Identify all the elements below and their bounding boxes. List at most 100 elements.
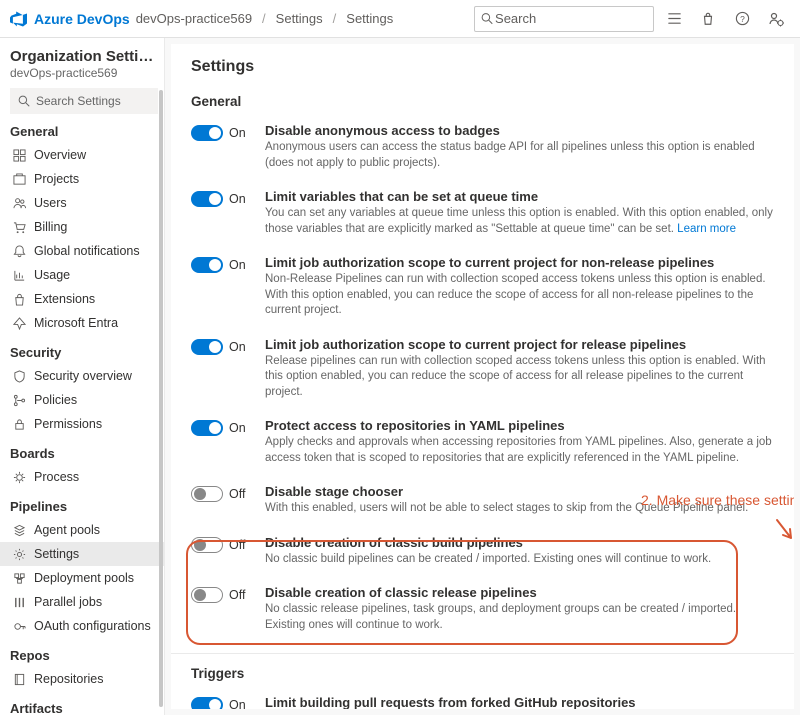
sidebar-section-header: Security: [10, 345, 158, 360]
sidebar-search-placeholder: Search Settings: [36, 94, 121, 108]
toggle-switch[interactable]: [191, 587, 223, 603]
oauth-icon: [12, 619, 26, 633]
setting-description: Apply checks and approvals when accessin…: [265, 435, 774, 466]
breadcrumb-org[interactable]: devOps-practice569: [136, 11, 252, 26]
sidebar-item-parallel-jobs[interactable]: Parallel jobs: [10, 590, 158, 614]
users-icon: [12, 196, 26, 210]
annotation-arrow-icon: [771, 516, 794, 546]
sidebar-item-permissions[interactable]: Permissions: [10, 412, 158, 436]
setting-description: Non-Release Pipelines can run with colle…: [265, 272, 774, 319]
sidebar-item-label: OAuth configurations: [34, 619, 151, 633]
global-search[interactable]: [474, 6, 654, 32]
toggle-switch[interactable]: [191, 697, 223, 709]
parallel-icon: [12, 595, 26, 609]
sidebar-section-header: Boards: [10, 446, 158, 461]
sidebar-item-label: Deployment pools: [34, 571, 134, 585]
toggle-state-label: On: [229, 421, 246, 435]
brand-link[interactable]: Azure DevOps: [34, 11, 130, 27]
azure-devops-logo-icon: [10, 10, 28, 28]
sidebar-item-deployment-pools[interactable]: Deployment pools: [10, 566, 158, 590]
sidebar-item-overview[interactable]: Overview: [10, 143, 158, 167]
topbar: Azure DevOps devOps-practice569 / Settin…: [0, 0, 800, 38]
toggle-switch[interactable]: [191, 339, 223, 355]
breadcrumb-page[interactable]: Settings: [346, 11, 393, 26]
sidebar-item-projects[interactable]: Projects: [10, 167, 158, 191]
sidebar-item-process[interactable]: Process: [10, 465, 158, 489]
search-icon: [18, 95, 30, 107]
toggle-switch[interactable]: [191, 420, 223, 436]
sidebar: Organization Settin… devOps-practice569 …: [0, 38, 165, 715]
svg-text:?: ?: [740, 14, 745, 24]
annotation-text: 2. Make sure these settings are disabled: [641, 492, 794, 508]
sidebar-item-label: Settings: [34, 547, 79, 561]
cart-icon: [12, 220, 26, 234]
sidebar-item-settings[interactable]: Settings: [0, 542, 164, 566]
setting-description: Anonymous users can access the status ba…: [265, 140, 774, 171]
project-icon: [12, 172, 26, 186]
setting-title: Disable creation of classic build pipeli…: [265, 535, 711, 550]
toggle-state-label: On: [229, 340, 246, 354]
marketplace-icon[interactable]: [694, 5, 722, 33]
setting-title: Limit building pull requests from forked…: [265, 695, 637, 709]
sidebar-section-header: Artifacts: [10, 701, 158, 715]
sidebar-item-label: Overview: [34, 148, 86, 162]
list-icon[interactable]: [660, 5, 688, 33]
sidebar-item-billing[interactable]: Billing: [10, 215, 158, 239]
toggle-state-label: On: [229, 192, 246, 206]
sidebar-item-policies[interactable]: Policies: [10, 388, 158, 412]
setting-title: Disable creation of classic release pipe…: [265, 585, 774, 600]
toggle-switch[interactable]: [191, 537, 223, 553]
entra-icon: [12, 316, 26, 330]
sidebar-item-label: Billing: [34, 220, 67, 234]
setting-row: On Limit job authorization scope to curre…: [191, 333, 774, 415]
sidebar-item-repositories[interactable]: Repositories: [10, 667, 158, 691]
toggle-state-label: Off: [229, 487, 245, 501]
toggle-switch[interactable]: [191, 486, 223, 502]
content-area: Settings General OnDisable anonymous acce…: [165, 38, 800, 715]
sidebar-item-label: Agent pools: [34, 523, 100, 537]
sidebar-item-label: Projects: [34, 172, 79, 186]
user-settings-icon[interactable]: [762, 5, 790, 33]
sidebar-item-label: Users: [34, 196, 67, 210]
pool-icon: [12, 523, 26, 537]
sidebar-item-label: Extensions: [34, 292, 95, 306]
learn-more-link[interactable]: Learn more: [677, 223, 736, 235]
org-settings-title: Organization Settin…: [10, 48, 158, 65]
sidebar-item-global-notifications[interactable]: Global notifications: [10, 239, 158, 263]
sidebar-item-security-overview[interactable]: Security overview: [10, 364, 158, 388]
sidebar-item-label: Global notifications: [34, 244, 140, 258]
sidebar-item-users[interactable]: Users: [10, 191, 158, 215]
global-search-input[interactable]: [493, 10, 647, 27]
sidebar-item-label: Microsoft Entra: [34, 316, 118, 330]
sidebar-scrollbar[interactable]: [159, 90, 163, 707]
toggle-switch[interactable]: [191, 125, 223, 141]
setting-title: Limit job authorization scope to current…: [265, 255, 774, 270]
toggle-switch[interactable]: [191, 191, 223, 207]
setting-row: OnDisable anonymous access to badgesAnon…: [191, 119, 774, 185]
sidebar-item-label: Policies: [34, 393, 77, 407]
breadcrumb-settings[interactable]: Settings: [276, 11, 323, 26]
sidebar-item-extensions[interactable]: Extensions: [10, 287, 158, 311]
sidebar-item-oauth-configurations[interactable]: OAuth configurations: [10, 614, 158, 638]
bag-icon: [12, 292, 26, 306]
setting-title: Limit variables that can be set at queue…: [265, 189, 774, 204]
sidebar-search[interactable]: Search Settings: [10, 88, 158, 114]
process-icon: [12, 470, 26, 484]
page-title: Settings: [191, 58, 774, 76]
setting-row: OffDisable creation of classic release p…: [191, 581, 774, 647]
sidebar-item-usage[interactable]: Usage: [10, 263, 158, 287]
grid-icon: [12, 148, 26, 162]
section-title: General: [191, 94, 774, 109]
toggle-switch[interactable]: [191, 257, 223, 273]
sidebar-section-header: General: [10, 124, 158, 139]
help-icon[interactable]: ?: [728, 5, 756, 33]
toggle-state-label: On: [229, 126, 246, 140]
sidebar-item-label: Repositories: [34, 672, 103, 686]
repo-icon: [12, 672, 26, 686]
setting-description: You can set any variables at queue time …: [265, 206, 774, 237]
setting-description: Release pipelines can run with collectio…: [265, 354, 774, 401]
sidebar-item-microsoft-entra[interactable]: Microsoft Entra: [10, 311, 158, 335]
setting-row: OnLimit building pull requests from fork…: [191, 691, 774, 709]
setting-title: Limit job authorization scope to current…: [265, 337, 774, 352]
sidebar-item-agent-pools[interactable]: Agent pools: [10, 518, 158, 542]
